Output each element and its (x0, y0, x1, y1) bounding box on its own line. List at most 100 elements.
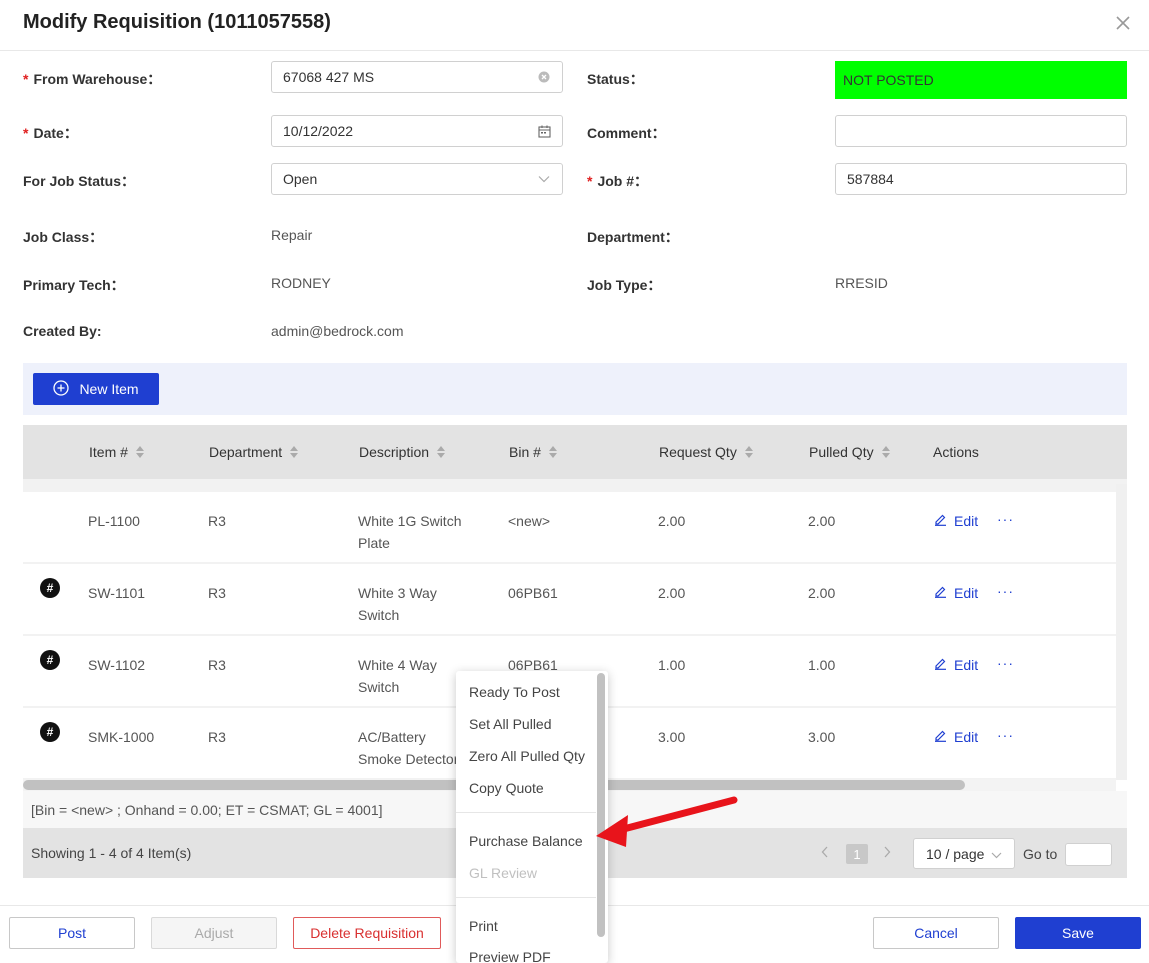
clear-icon[interactable] (537, 70, 551, 84)
status-badge: NOT POSTED (835, 61, 1127, 99)
created-by-value: admin@bedrock.com (271, 323, 404, 339)
more-actions-icon[interactable]: ··· (997, 726, 1014, 744)
goto-page-input[interactable] (1065, 843, 1112, 866)
goto-label: Go to (1023, 846, 1058, 862)
chevron-down-icon (537, 172, 551, 186)
new-item-label: New Item (79, 381, 139, 397)
column-header-department[interactable]: Department (209, 425, 299, 479)
description-cell: White 3 Way Switch (358, 585, 437, 623)
job-status-select[interactable]: Open (271, 163, 563, 195)
more-actions-icon[interactable]: ··· (997, 654, 1014, 672)
chevron-down-icon (991, 846, 1002, 862)
new-item-button[interactable]: New Item (33, 373, 159, 405)
pencil-icon (934, 654, 947, 676)
sort-icon[interactable] (881, 446, 890, 458)
menu-item-print[interactable]: Print (469, 918, 498, 934)
item-number-cell: SW-1102 (88, 657, 146, 673)
menu-item-ready-to-post[interactable]: Ready To Post (469, 684, 560, 700)
sort-icon[interactable] (135, 446, 144, 458)
page-size-select[interactable]: 10 / page (913, 838, 1015, 869)
job-number-label: * Job #： (587, 173, 649, 189)
close-icon[interactable] (1113, 13, 1133, 33)
next-page-icon[interactable] (883, 845, 891, 861)
sort-icon[interactable] (290, 446, 299, 458)
pencil-icon (934, 726, 947, 748)
from-warehouse-value: 67068 427 MS (283, 69, 375, 85)
status-value: NOT POSTED (843, 72, 934, 88)
cancel-button[interactable]: Cancel (873, 917, 999, 949)
page-size-value: 10 / page (926, 845, 985, 862)
adjust-button[interactable]: Adjust (151, 917, 277, 949)
column-header-pulled-qty[interactable]: Pulled Qty (809, 425, 890, 479)
more-actions-icon[interactable]: ··· (997, 582, 1014, 600)
prev-page-icon[interactable] (821, 845, 829, 861)
job-number-field[interactable]: 587884 (835, 163, 1127, 195)
menu-item-purchase-balance[interactable]: Purchase Balance (469, 833, 583, 849)
edit-button[interactable]: Edit (934, 726, 978, 748)
pulled-qty-cell: 3.00 (808, 729, 836, 745)
showing-count: Showing 1 - 4 of 4 Item(s) (31, 845, 192, 861)
menu-item-copy-quote[interactable]: Copy Quote (469, 780, 544, 796)
column-header-actions: Actions (933, 444, 979, 460)
menu-item-zero-all-pulled-qty[interactable]: Zero All Pulled Qty (469, 748, 585, 764)
date-label: * Date： (23, 125, 78, 141)
date-field[interactable]: 10/12/2022 (271, 115, 563, 147)
comment-label: Comment： (587, 125, 666, 141)
job-type-label: Job Type： (587, 277, 662, 293)
calendar-icon[interactable] (537, 124, 551, 138)
request-qty-cell: 1.00 (658, 657, 686, 673)
item-number-cell: PL-1100 (88, 513, 140, 529)
more-actions-icon[interactable]: ··· (997, 510, 1014, 528)
created-by-label: Created By: (23, 323, 102, 339)
post-button[interactable]: Post (9, 917, 135, 949)
job-class-value: Repair (271, 227, 313, 243)
menu-item-preview-pdf[interactable]: Preview PDF (469, 949, 551, 963)
department-label: Department： (587, 229, 679, 245)
pencil-icon (934, 582, 947, 604)
sort-icon[interactable] (548, 446, 557, 458)
page-number-button[interactable]: 1 (846, 844, 868, 864)
modal-title: Modify Requisition (1011057558) (23, 11, 331, 33)
save-button[interactable]: Save (1015, 917, 1141, 949)
delete-requisition-button[interactable]: Delete Requisition (293, 917, 441, 949)
request-qty-cell: 2.00 (658, 585, 686, 601)
menu-item-set-all-pulled[interactable]: Set All Pulled (469, 716, 552, 732)
pulled-qty-cell: 2.00 (808, 513, 836, 529)
from-warehouse-field[interactable]: 67068 427 MS (271, 61, 563, 93)
plus-circle-icon (53, 379, 70, 399)
table-row[interactable]: PL-1100 R3 White 1G Switch Plate <new> 2… (23, 492, 1116, 562)
hash-icon: # (40, 722, 60, 742)
bin-cell: <new> (508, 513, 551, 529)
column-header-item[interactable]: Item # (89, 425, 144, 479)
column-header-bin[interactable]: Bin # (509, 425, 557, 479)
request-qty-cell: 2.00 (658, 513, 686, 529)
table-row[interactable]: # SW-1101 R3 White 3 Way Switch 06PB61 2… (23, 564, 1116, 634)
item-number-cell: SW-1101 (88, 585, 146, 601)
hash-icon: # (40, 650, 60, 670)
request-qty-cell: 3.00 (658, 729, 686, 745)
sort-icon[interactable] (744, 446, 753, 458)
description-cell: White 4 Way Switch (358, 657, 437, 695)
job-type-value: RRESID (835, 275, 888, 291)
sort-icon[interactable] (437, 446, 446, 458)
department-cell: R3 (208, 657, 226, 673)
comment-field[interactable] (835, 115, 1127, 147)
job-status-label: For Job Status： (23, 173, 136, 189)
edit-button[interactable]: Edit (934, 654, 978, 676)
item-number-cell: SMK-1000 (88, 729, 155, 745)
items-toolbar: New Item (23, 363, 1127, 415)
pencil-icon (934, 510, 947, 532)
actions-dropdown-menu: Ready To Post Set All Pulled Zero All Pu… (456, 671, 608, 963)
column-header-request-qty[interactable]: Request Qty (659, 425, 753, 479)
job-status-value: Open (283, 171, 318, 187)
pulled-qty-cell: 2.00 (808, 585, 836, 601)
vertical-scrollbar[interactable] (1116, 484, 1127, 780)
menu-divider (456, 812, 596, 813)
bin-cell: 06PB61 (508, 585, 558, 601)
edit-button[interactable]: Edit (934, 582, 978, 604)
menu-scrollbar[interactable] (597, 673, 605, 937)
description-cell: AC/Battery Smoke Detector (358, 729, 459, 767)
edit-button[interactable]: Edit (934, 510, 978, 532)
column-header-description[interactable]: Description (359, 425, 446, 479)
department-cell: R3 (208, 513, 226, 529)
